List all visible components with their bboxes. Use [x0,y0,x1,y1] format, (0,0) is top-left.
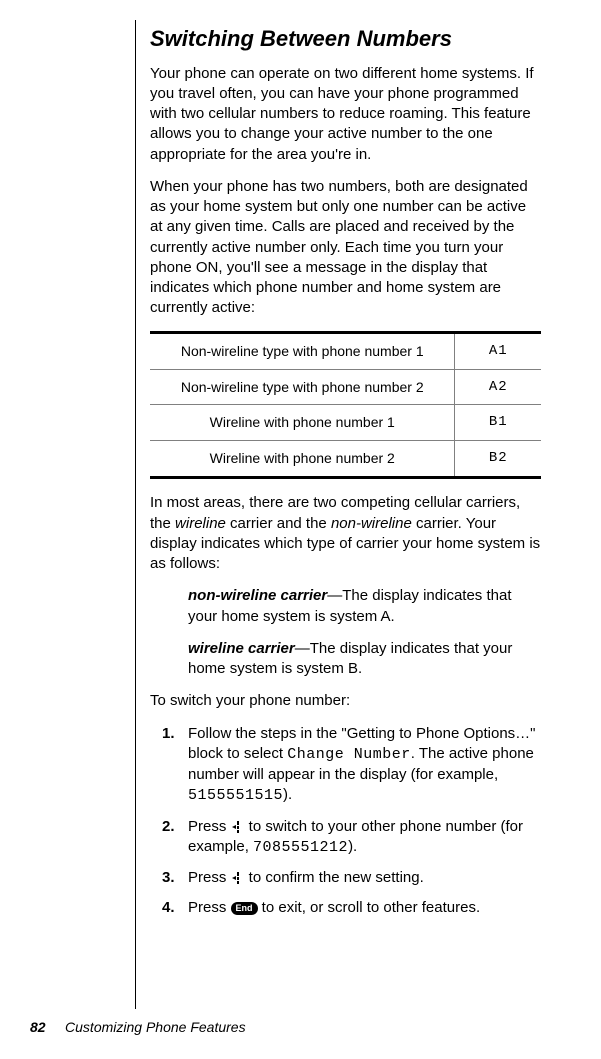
table-cell-code: B2 [455,441,541,478]
text-run: ). [283,786,292,803]
step-item: Follow the steps in the "Getting to Phon… [188,724,541,807]
system-code-table: Non-wireline type with phone number 1 A1… [150,331,541,480]
italic-term: wireline [175,515,226,532]
intro-paragraph-1: Your phone can operate on two different … [150,64,541,165]
table-row: Non-wireline type with phone number 1 A1 [150,332,541,369]
content-column: Switching Between Numbers Your phone can… [150,24,541,919]
table-cell-desc: Wireline with phone number 1 [150,405,455,441]
intro-paragraph-2: When your phone has two numbers, both ar… [150,177,541,319]
definition-nonwireline: non-wireline carrier—The display indicat… [188,586,541,627]
table-row: Non-wireline type with phone number 2 A2 [150,369,541,405]
text-run: Press [188,869,231,886]
table-row: Wireline with phone number 1 B1 [150,405,541,441]
definition-term: non-wireline carrier [188,587,327,604]
footer-label: Customizing Phone Features [65,1019,246,1035]
end-key-icon: End [231,902,258,915]
text-run: to confirm the new setting. [245,869,424,886]
step-item: Press to confirm the new setting. [188,868,541,888]
scroll-key-icon [231,820,245,834]
step-item: Press to switch to your other phone numb… [188,817,541,859]
step-item: Press End to exit, or scroll to other fe… [188,898,541,918]
display-text: Change Number [287,746,411,763]
text-run: Press [188,899,231,916]
page: Switching Between Numbers Your phone can… [0,0,601,1059]
definition-term: wireline carrier [188,640,295,657]
steps-list: Follow the steps in the "Getting to Phon… [188,724,541,919]
display-text: 7085551212 [253,839,348,856]
text-run: carrier and the [226,515,331,532]
table-row: Wireline with phone number 2 B2 [150,441,541,478]
text-run: to exit, or scroll to other features. [258,899,481,916]
scroll-key-icon [231,871,245,885]
text-run: ). [348,838,357,855]
table-cell-desc: Non-wireline type with phone number 1 [150,332,455,369]
definition-wireline: wireline carrier—The display indicates t… [188,639,541,680]
section-heading: Switching Between Numbers [150,24,541,54]
table-cell-desc: Non-wireline type with phone number 2 [150,369,455,405]
table-cell-desc: Wireline with phone number 2 [150,441,455,478]
display-text: 5155551515 [188,787,283,804]
table-cell-code: B1 [455,405,541,441]
table-cell-code: A1 [455,332,541,369]
italic-term: non-wireline [331,515,412,532]
page-number: 82 [30,1019,46,1035]
text-run: Press [188,818,231,835]
carrier-paragraph: In most areas, there are two competing c… [150,493,541,574]
page-footer: 82 Customizing Phone Features [30,1018,246,1037]
procedure-lead-in: To switch your phone number: [150,691,541,711]
table-cell-code: A2 [455,369,541,405]
vertical-rule [135,20,136,1009]
